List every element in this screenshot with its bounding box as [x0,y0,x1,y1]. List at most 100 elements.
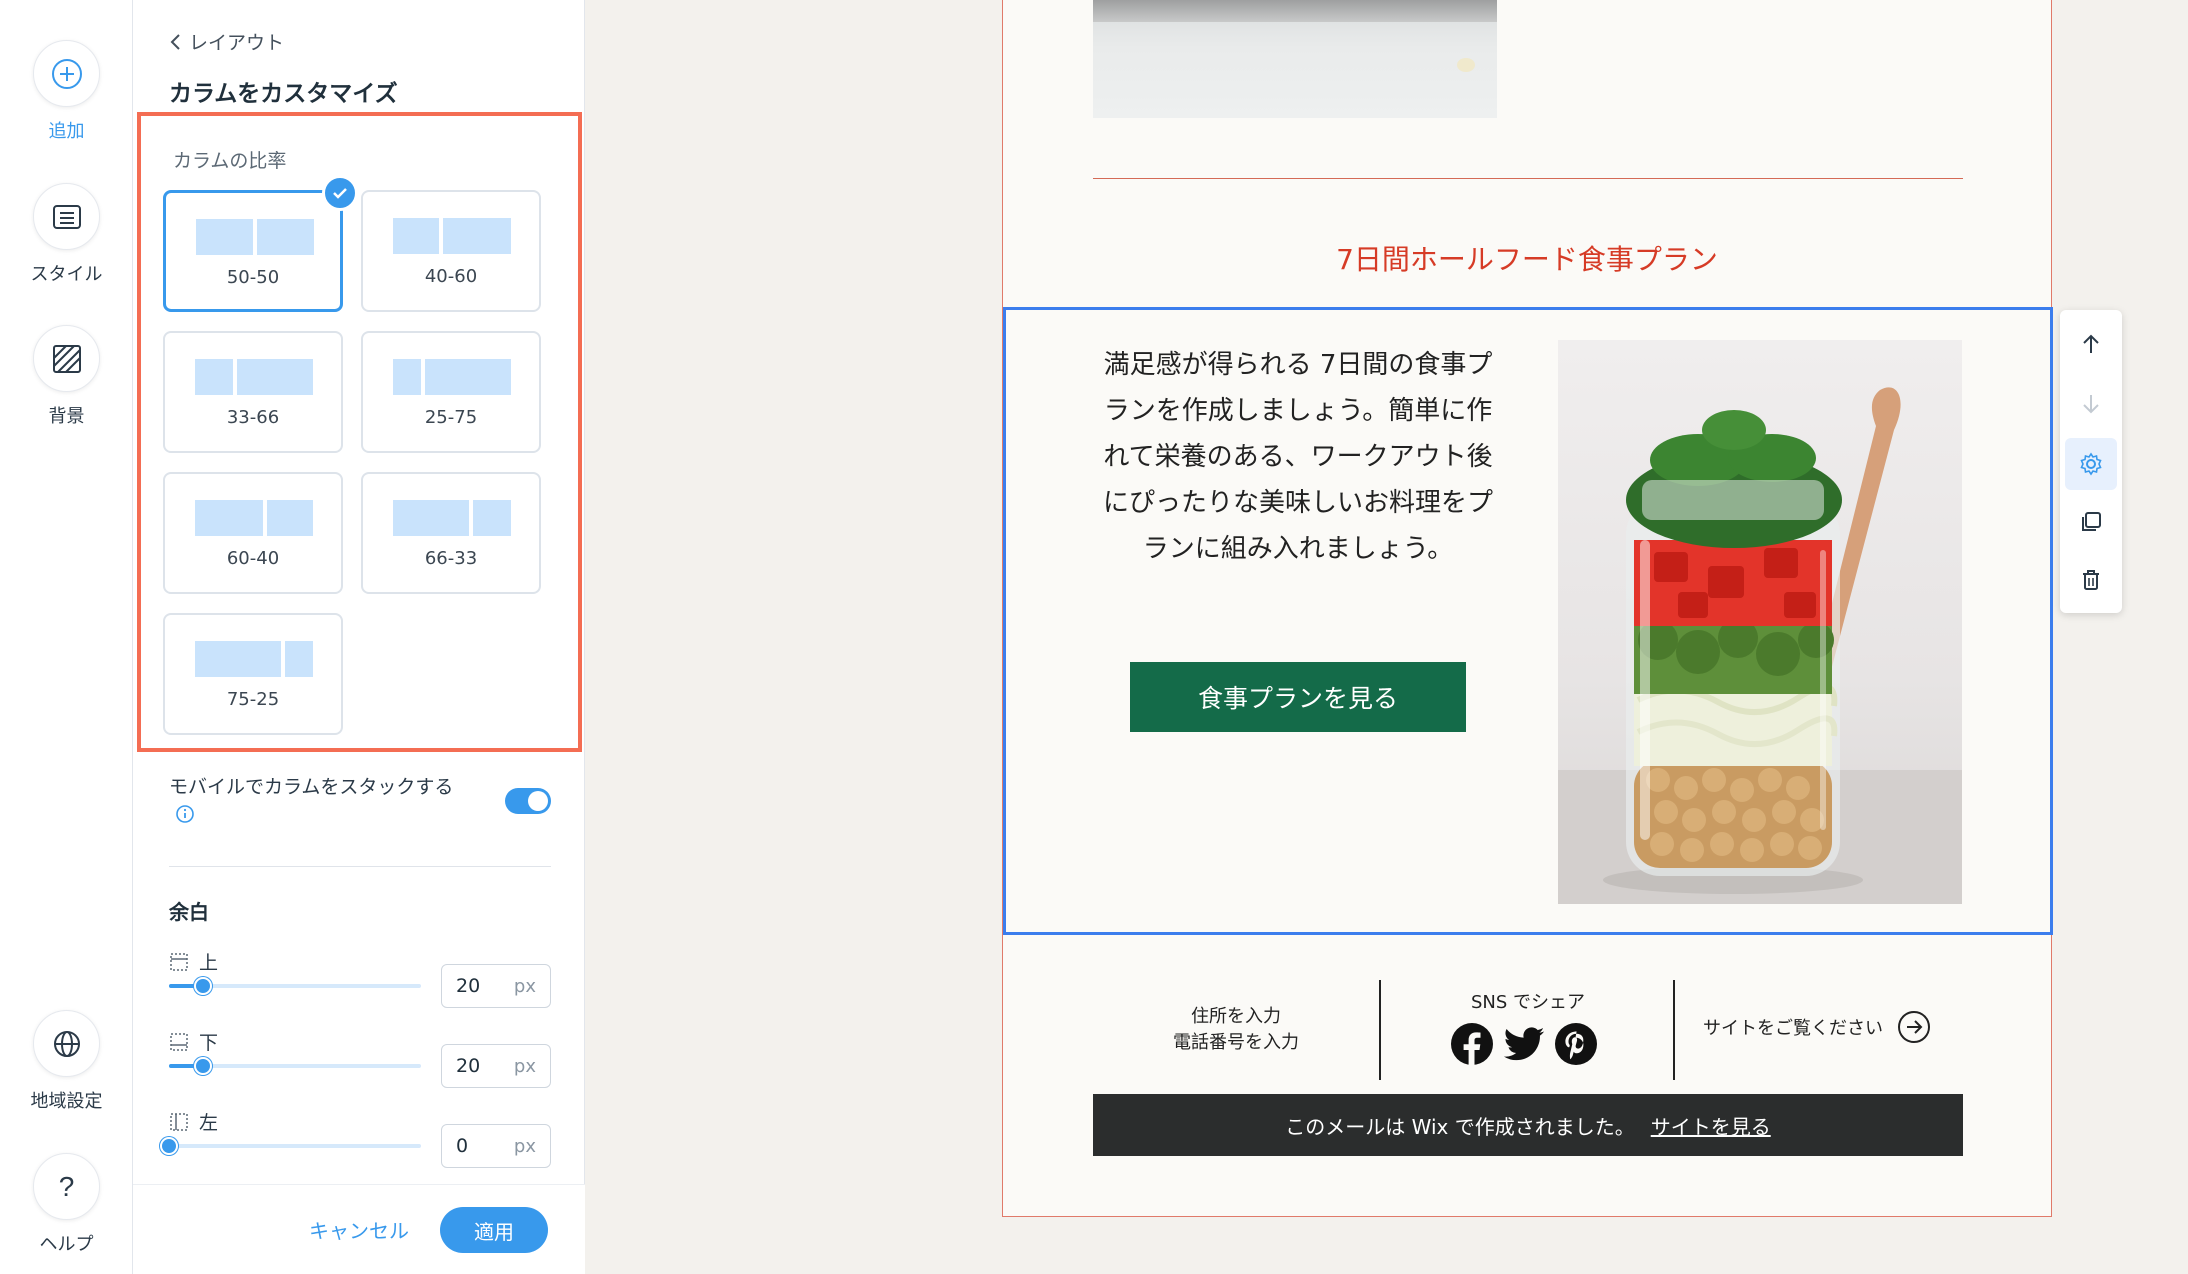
column-ratio-label: カラムの比率 [173,150,287,172]
ratio-option-label: 33-66 [226,407,280,428]
ratio-option-60-40[interactable]: 60-40 [163,472,343,594]
customize-columns-panel: レイアウト カラムをカスタマイズ カラムの比率 50-50 40-60 33-6… [133,0,585,1274]
padding-top-input[interactable]: 20 px [441,964,551,1008]
ratio-preview [393,500,511,536]
padding-bottom-icon [170,1032,188,1051]
apply-button[interactable]: 適用 [440,1207,548,1253]
slider-thumb[interactable] [194,977,212,995]
ratio-preview [195,500,313,536]
email-divider [1093,178,1963,179]
info-icon[interactable] [175,803,195,833]
move-up-button[interactable] [2065,318,2117,370]
padding-left-input[interactable]: 0 px [441,1124,551,1168]
visit-site-label: サイトをご覧ください [1703,1018,1883,1039]
duplicate-button[interactable] [2065,496,2117,548]
facebook-icon[interactable] [1450,1022,1494,1066]
padding-bottom-input[interactable]: 20 px [441,1044,551,1088]
body-text[interactable]: 満足感が得られる 7日間の食事プランを作成しましょう。簡単に作れて栄養のある、ワ… [1092,342,1504,572]
arrow-right-circle-icon [1898,1011,1930,1043]
email-preview: 7日間ホールフード食事プラン 満足感が得られる 7日間の食事プランを作成しましょ… [1002,0,2053,1217]
stack-on-mobile-toggle[interactable] [505,788,551,814]
editor-canvas: 7日間ホールフード食事プラン 満足感が得られる 7日間の食事プランを作成しましょ… [586,0,2188,1274]
rail-add-label: 追加 [48,121,85,142]
padding-top-icon [170,952,188,971]
rail-help-button[interactable]: ? ヘルプ [0,1153,133,1256]
rail-help-label: ヘルプ [39,1234,94,1255]
unit-label: px [513,1135,536,1157]
email-heading[interactable]: 7日間ホールフード食事プラン [1003,238,2051,278]
padding-top-value: 20 [456,975,481,997]
selected-columns-section[interactable]: 満足感が得られる 7日間の食事プランを作成しましょう。簡単に作れて栄養のある、ワ… [1003,307,2053,935]
ratio-option-label: 60-40 [226,548,280,569]
style-icon [33,183,100,250]
panel-title: カラムをカスタマイズ [169,81,398,107]
wix-footer-bar: このメールは Wix で作成されました。 サイトを見る [1093,1094,1963,1156]
question-icon: ? [33,1153,100,1220]
ratio-preview [393,359,511,395]
rail-background-button[interactable]: 背景 [0,325,133,428]
rail-style-button[interactable]: スタイル [0,183,133,286]
pinterest-icon[interactable] [1554,1022,1598,1066]
divider [169,866,551,867]
slider-thumb[interactable] [160,1137,178,1155]
padding-bottom-slider[interactable] [169,1057,421,1075]
padding-left-slider[interactable] [160,1137,421,1155]
ratio-option-label: 75-25 [226,689,280,710]
meal-plan-button[interactable]: 食事プランを見る [1130,662,1466,732]
email-footer: 住所を入力 電話番号を入力 SNS でシェア サイトをご覧ください [1093,970,1963,1080]
stack-on-mobile-row: モバイルでカラムをスタックする [169,772,551,833]
rail-add-button[interactable]: 追加 [0,40,133,143]
arrow-down-icon [2083,395,2099,414]
ratio-option-label: 50-50 [226,267,280,288]
ratio-option-25-75[interactable]: 25-75 [361,331,541,453]
cancel-button[interactable]: キャンセル [309,1215,409,1244]
settings-button[interactable] [2065,438,2117,490]
ratio-option-label: 66-33 [424,548,478,569]
padding-top-slider[interactable] [169,977,421,995]
rail-locale-label: 地域設定 [30,1091,103,1112]
unit-label: px [513,975,536,997]
delete-button[interactable] [2065,554,2117,606]
padding-bottom-label: 下 [199,1032,219,1054]
padding-left-icon [170,1112,188,1131]
view-site-link[interactable]: サイトを見る [1651,1111,1771,1140]
twitter-icon[interactable] [1502,1022,1546,1066]
trash-icon [2083,570,2099,590]
ratio-preview [196,219,314,255]
ratio-option-50-50[interactable]: 50-50 [163,175,358,312]
ratio-option-66-33[interactable]: 66-33 [361,472,541,594]
padding-section-title: 余白 [169,900,209,924]
ratio-option-40-60[interactable]: 40-60 [361,190,541,312]
toggle-knob [528,791,548,811]
ratio-preview [393,218,511,254]
padding-bottom-value: 20 [456,1055,481,1077]
rail-locale-button[interactable]: 地域設定 [0,1010,133,1113]
add-icon [33,40,100,107]
move-down-button[interactable] [2065,378,2117,430]
background-icon [33,325,100,392]
address-line: 住所を入力 [1191,1006,1281,1027]
padding-bottom-row: 下 20 px [169,1028,551,1108]
check-icon [322,175,358,211]
ratio-option-33-66[interactable]: 33-66 [163,331,343,453]
stack-on-mobile-label: モバイルでカラムをスタックする [169,776,454,798]
ratio-option-label: 40-60 [424,266,478,287]
slider-thumb[interactable] [194,1057,212,1075]
ratio-option-label: 25-75 [424,407,478,428]
sns-share-label: SNS でシェア [1470,992,1586,1013]
padding-left-label: 左 [199,1112,219,1134]
visit-site-link[interactable]: サイトをご覧ください [1703,1010,1931,1044]
phone-line: 電話番号を入力 [1173,1032,1299,1053]
back-link-label: レイアウト [189,32,285,54]
arrow-up-icon [2083,334,2099,353]
salad-jar-image[interactable] [1558,340,1962,904]
back-link[interactable]: レイアウト [169,28,284,55]
top-image[interactable] [1093,0,1497,118]
chevron-left-icon [170,33,180,50]
address-block[interactable]: 住所を入力 電話番号を入力 [1093,1004,1379,1056]
padding-left-row: 左 0 px [160,1108,551,1188]
globe-icon [33,1010,100,1077]
column-ratio-section: カラムの比率 50-50 40-60 33-66 25-75 60-40 66-… [137,112,582,752]
ratio-option-75-25[interactable]: 75-25 [163,613,343,735]
ratio-preview [195,641,313,677]
